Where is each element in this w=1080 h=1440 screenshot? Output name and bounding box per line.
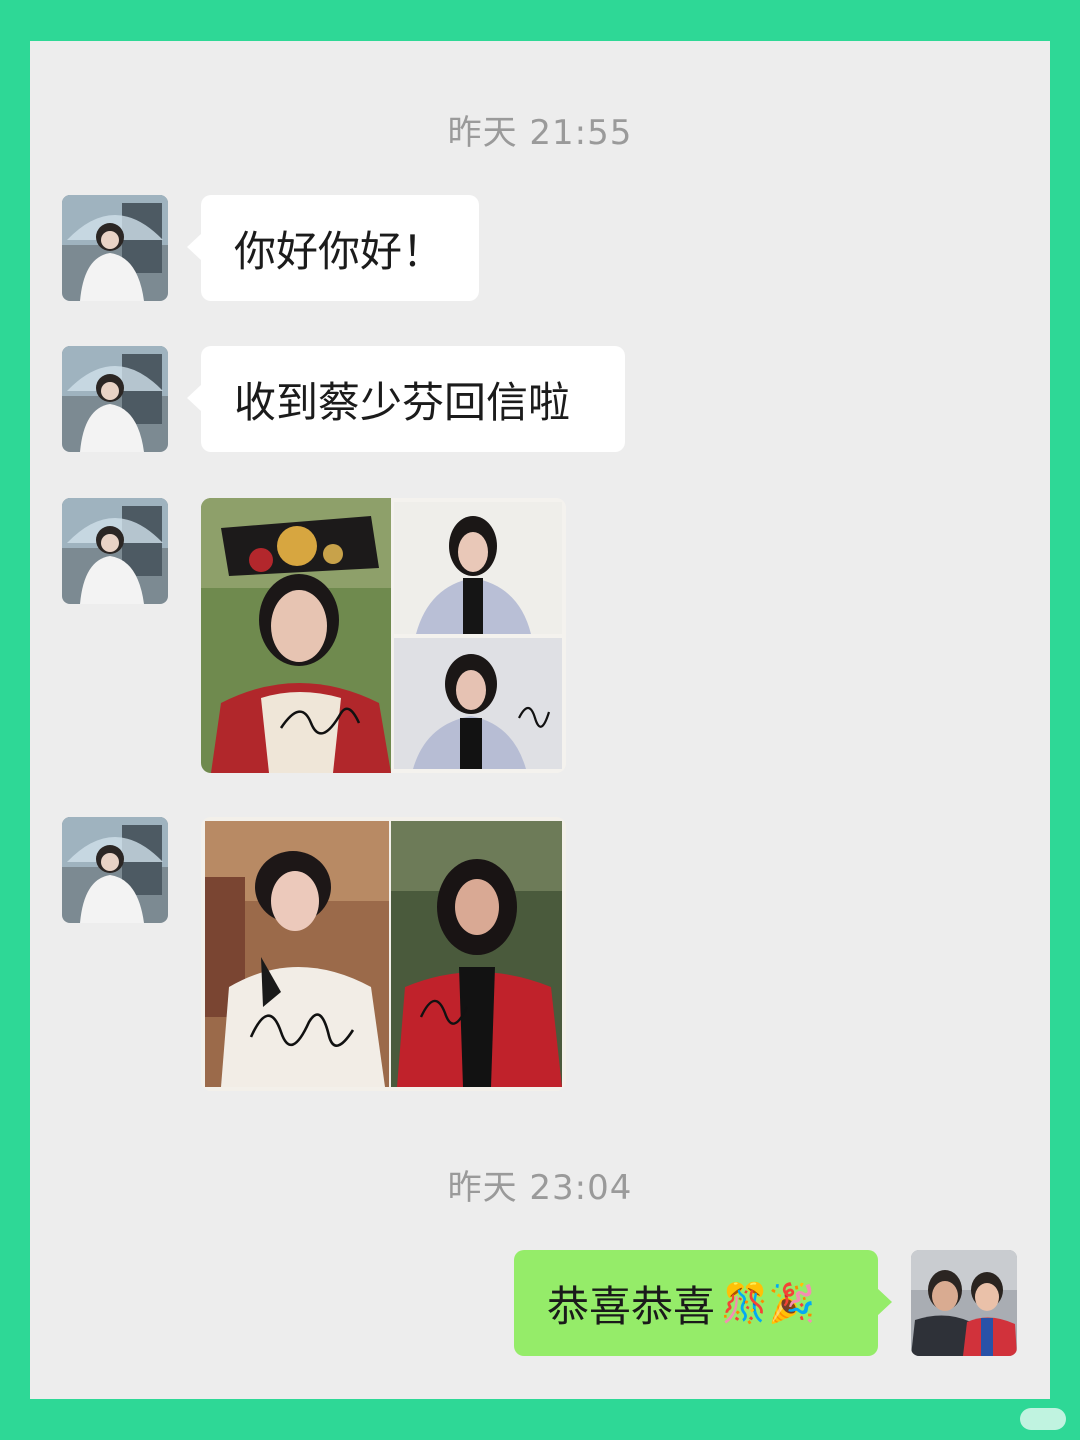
contact-avatar[interactable] [62, 346, 168, 452]
message-text: 恭喜恭喜 [547, 1281, 716, 1331]
image-message[interactable] [201, 817, 566, 1091]
message-text: 你好你好！ [234, 226, 445, 276]
contact-avatar[interactable] [62, 195, 168, 301]
message-bubble[interactable]: 你好你好！ [187, 195, 479, 301]
celebration-emoji: 🎊🎉 [721, 1280, 816, 1325]
message-bubble[interactable]: 收到蔡少芬回信啦 [187, 346, 625, 452]
message-text: 收到蔡少芬回信啦 [234, 377, 571, 427]
autographed-photo-image [201, 498, 566, 773]
autographed-photo-image [201, 817, 566, 1091]
contact-avatar[interactable] [62, 817, 168, 923]
contact-avatar[interactable] [62, 498, 168, 604]
timestamp: 昨天 21:55 [447, 113, 633, 153]
watermark-badge [1020, 1408, 1066, 1430]
message-bubble-self[interactable]: 恭喜恭喜 🎊🎉 [514, 1250, 892, 1356]
chat-panel: 昨天 21:55 你好你好！ 收到蔡少芬回信啦 昨天 23:04 恭喜恭喜 🎊🎉 [30, 41, 1050, 1399]
self-avatar[interactable] [911, 1250, 1017, 1356]
timestamp: 昨天 23:04 [447, 1168, 633, 1208]
image-message[interactable] [201, 498, 566, 773]
